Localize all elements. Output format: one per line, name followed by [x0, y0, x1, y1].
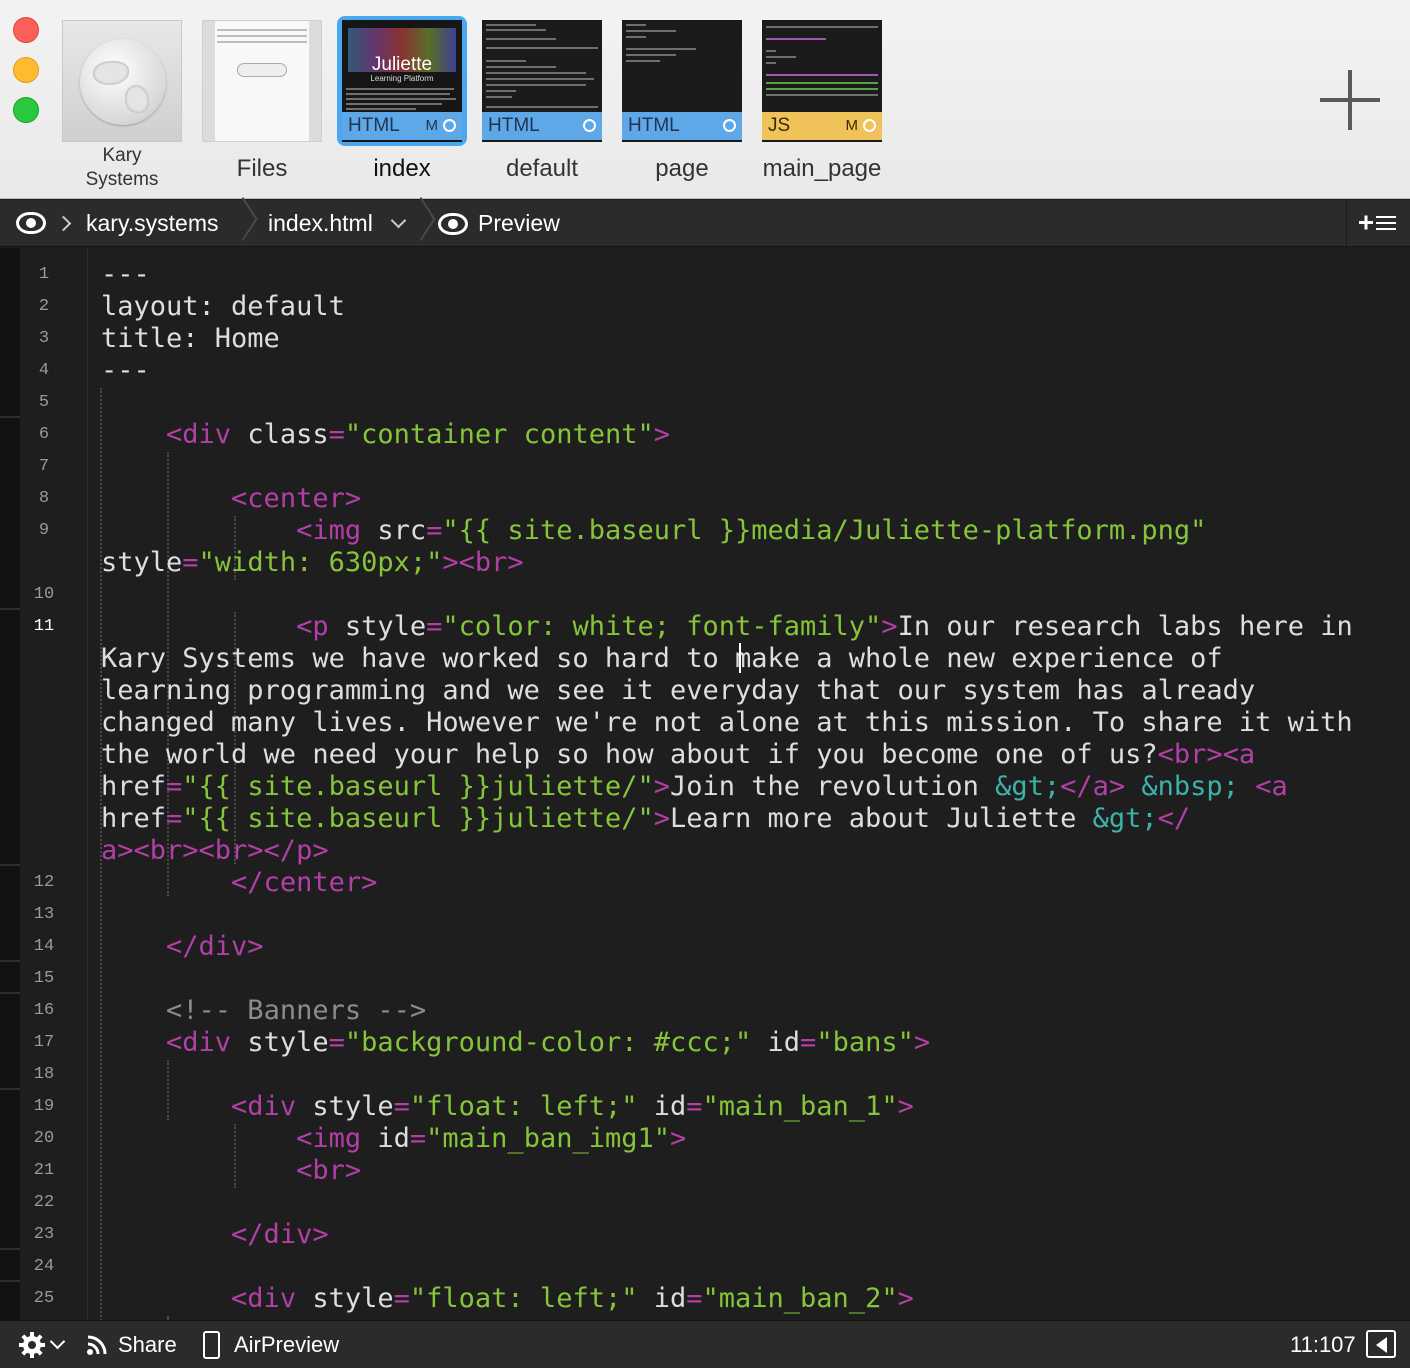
tab-kary-systems[interactable]: Kary Systems	[57, 16, 187, 196]
tab-label: Systems	[85, 169, 159, 190]
line-number: 14	[33, 937, 55, 956]
chevron-down-icon[interactable]	[49, 1333, 66, 1350]
share-button[interactable]: Share	[118, 1332, 177, 1358]
line-number: 17	[33, 1033, 55, 1052]
tab-files[interactable]: Files	[197, 16, 327, 196]
line-number: 3	[38, 329, 50, 348]
line-number: 16	[33, 1001, 55, 1020]
line-number: 10	[33, 585, 55, 604]
preview-eye-icon	[438, 213, 468, 235]
tab-strip: Kary Systems Files Juliette Learning Pla…	[0, 0, 1410, 199]
airpreview-button[interactable]: AirPreview	[234, 1332, 339, 1358]
zoom-window-button[interactable]	[13, 97, 39, 123]
line-number: 25	[33, 1289, 55, 1308]
status-bar: Share AirPreview 11:107	[0, 1320, 1410, 1368]
chevron-down-icon[interactable]	[390, 212, 407, 229]
line-number: 7	[38, 457, 50, 476]
minimize-window-button[interactable]	[13, 57, 39, 83]
line-number: 8	[38, 489, 50, 508]
tab-page[interactable]: HTML page	[617, 16, 747, 196]
text-caret	[739, 643, 741, 673]
gear-icon[interactable]	[18, 1331, 46, 1359]
line-number: 18	[33, 1065, 55, 1084]
line-number: 1	[38, 265, 50, 284]
thumb-title: Juliette	[371, 54, 433, 75]
line-number: 11	[33, 617, 55, 636]
tab-index[interactable]: Juliette Learning Platform HTML M index	[337, 16, 467, 196]
line-number: 20	[33, 1129, 55, 1148]
tab-label: default	[505, 155, 579, 182]
collapse-panel-icon[interactable]	[1366, 1330, 1396, 1358]
path-bar: kary.systems index.html Preview	[0, 200, 1410, 247]
preview-button[interactable]: Preview	[478, 210, 560, 237]
tab-label: page	[655, 155, 709, 182]
line-number: 13	[33, 905, 55, 924]
tab-default[interactable]: HTML default	[477, 16, 607, 196]
code-editor[interactable]: 1 2 3 4 5 6 7 8 9 10 11 12 13 14 15 16 17 18 19 20 21 22 23 24 2…	[0, 248, 1410, 1320]
cursor-position: 11:107	[1290, 1332, 1356, 1357]
thumb-subtitle: Learning Platform	[370, 74, 434, 83]
breadcrumb-file[interactable]: index.html	[268, 210, 373, 237]
file-type-badge: HTML	[482, 112, 602, 140]
line-number: 9	[38, 521, 50, 540]
file-type-badge: HTML M	[342, 112, 462, 140]
line-number-gutter: 1 2 3 4 5 6 7 8 9 10 11 12 13 14 15 16 17 18 19 20 21 22 23 24 2…	[0, 248, 88, 1320]
line-number: 24	[33, 1257, 55, 1276]
files-icon	[202, 20, 322, 142]
chevron-right-icon	[55, 215, 72, 232]
line-number: 4	[38, 361, 50, 380]
close-window-button[interactable]	[13, 17, 39, 43]
add-list-menu-button[interactable]	[1346, 200, 1410, 247]
breadcrumb-site[interactable]: kary.systems	[86, 210, 218, 237]
breadcrumb-separator	[414, 200, 428, 247]
line-number: 15	[33, 969, 55, 988]
breadcrumb-separator	[236, 200, 250, 247]
line-number: 21	[33, 1161, 55, 1180]
line-number: 5	[38, 393, 50, 412]
line-number: 6	[38, 425, 50, 444]
file-type-badge: HTML	[622, 112, 742, 140]
share-icon	[87, 1335, 107, 1355]
tab-label: Kary	[102, 145, 142, 166]
device-icon	[203, 1331, 220, 1359]
line-number: 22	[33, 1193, 55, 1212]
line-number: 23	[33, 1225, 55, 1244]
line-number: 12	[33, 873, 55, 892]
tab-label: main_page	[762, 155, 882, 182]
eye-icon[interactable]	[16, 212, 46, 234]
line-number: 19	[33, 1097, 55, 1116]
tab-main-page[interactable]: JS M main_page	[757, 16, 887, 196]
tab-label: Files	[236, 155, 288, 182]
globe-icon	[62, 20, 182, 142]
plus-list-icon	[1359, 215, 1396, 230]
line-number: 2	[38, 297, 50, 316]
tab-label: index	[373, 155, 431, 182]
new-tab-plus-icon[interactable]	[1320, 70, 1380, 130]
file-type-badge: JS M	[762, 112, 882, 140]
